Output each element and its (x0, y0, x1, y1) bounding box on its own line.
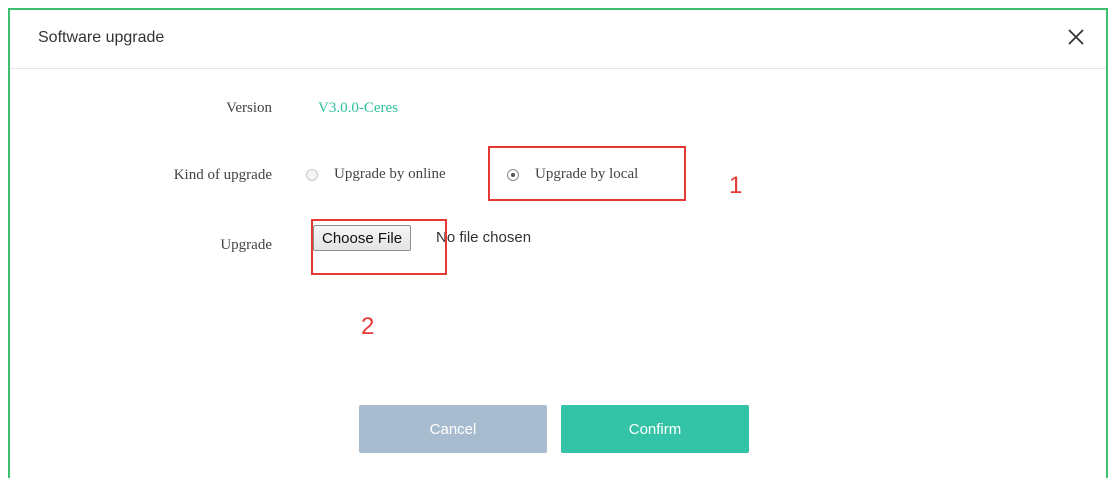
annotation-number-1: 1 (729, 172, 743, 199)
annotation-number-2: 2 (361, 313, 375, 340)
file-status-text: No file chosen (436, 229, 532, 246)
close-icon (1068, 29, 1084, 45)
upgrade-label: Upgrade (220, 237, 272, 253)
radio-upgrade-online[interactable]: Upgrade by online (306, 166, 446, 183)
dialog-header: Software upgrade (10, 10, 1106, 69)
radio-online-circle[interactable] (306, 168, 318, 181)
version-label: Version (226, 100, 272, 116)
confirm-button[interactable]: Confirm (561, 405, 749, 453)
version-value: V3.0.0-Ceres (318, 100, 398, 116)
close-button[interactable] (1064, 25, 1088, 49)
dialog-title: Software upgrade (38, 29, 165, 46)
kind-of-upgrade-label: Kind of upgrade (173, 167, 272, 183)
annotation-box-2 (311, 219, 447, 275)
radio-online-label: Upgrade by online (334, 166, 446, 182)
annotation-box-1 (488, 146, 686, 201)
cancel-button[interactable]: Cancel (359, 405, 547, 453)
